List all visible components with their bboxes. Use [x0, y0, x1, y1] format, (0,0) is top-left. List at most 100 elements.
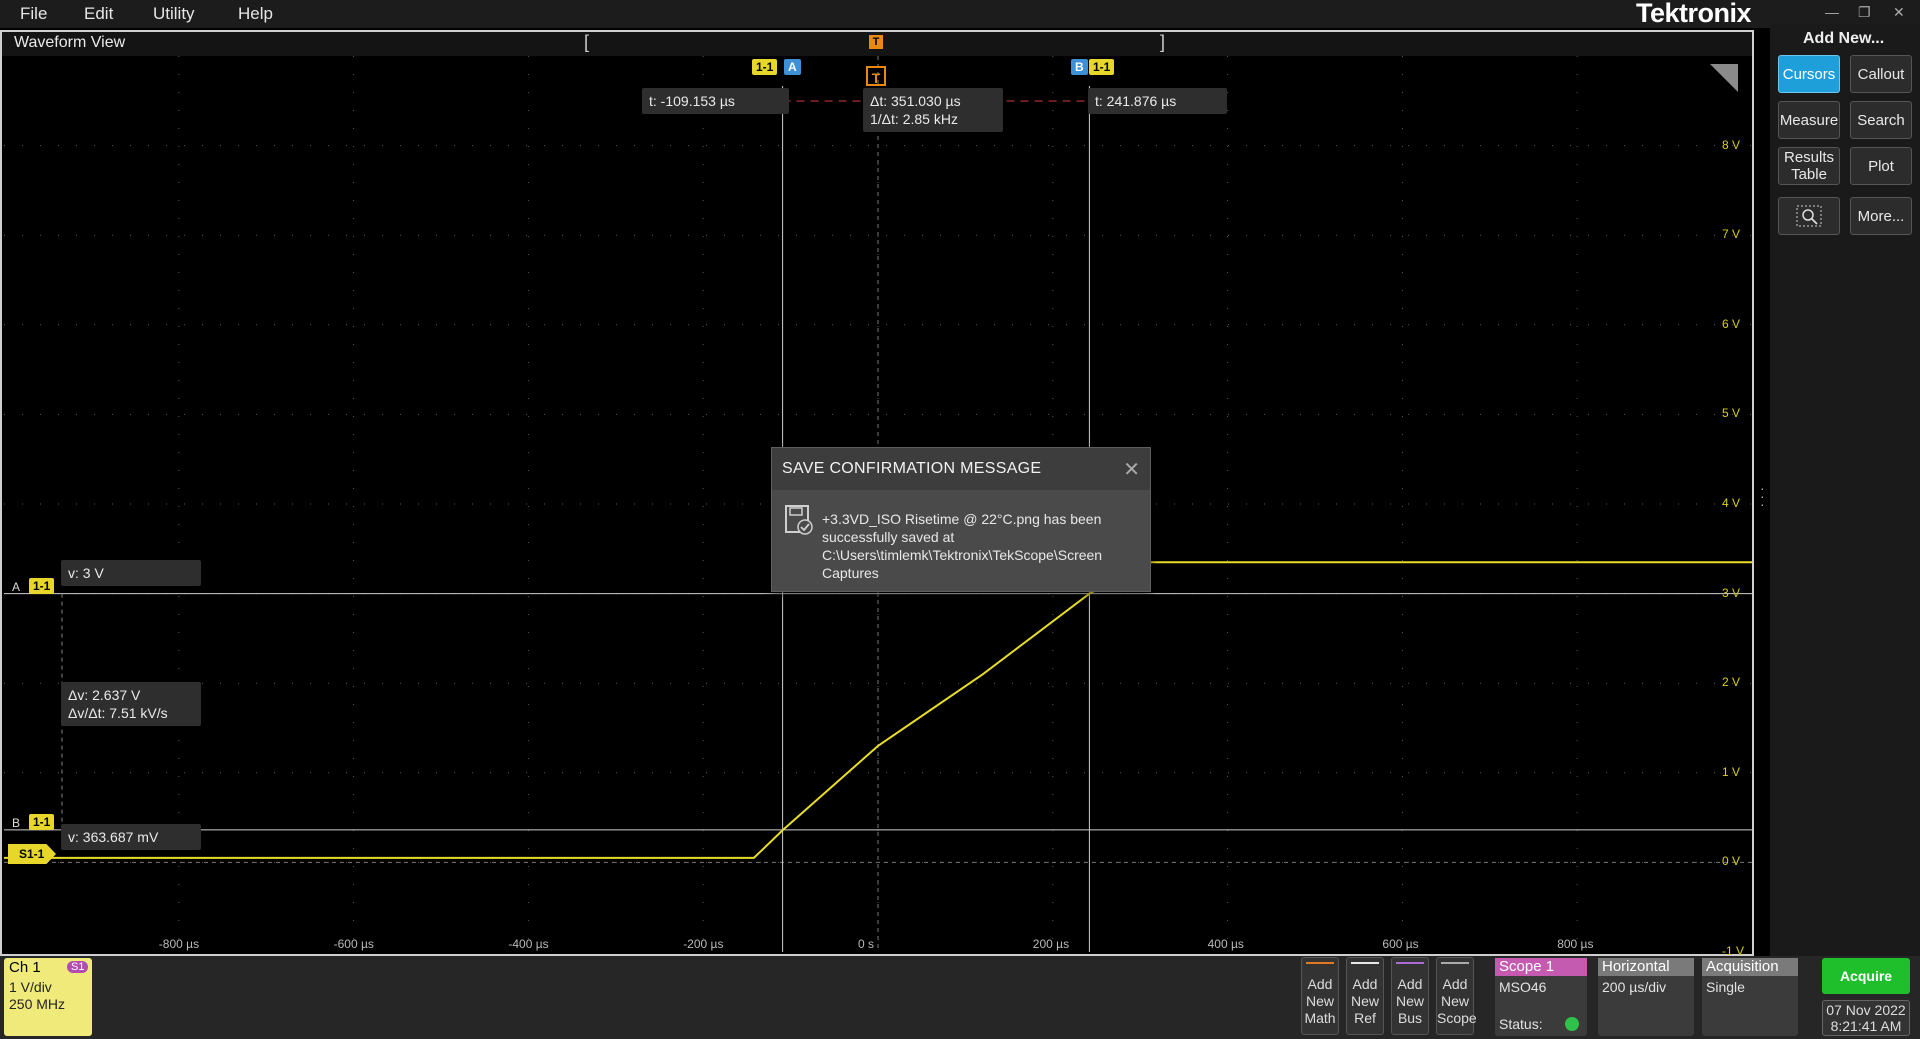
- hcursor-a-source-chip[interactable]: 1-1: [29, 578, 55, 594]
- channel-1-badge[interactable]: Ch 1 S1 1 V/div 250 MHz: [4, 958, 92, 1036]
- delta-t-text: Δt: 351.030 µs: [870, 93, 961, 109]
- cursor-b-source-chip[interactable]: 1-1: [1089, 59, 1115, 75]
- cursor-a-tag[interactable]: A: [784, 59, 801, 75]
- menu-file[interactable]: File: [20, 4, 47, 24]
- cursors-button[interactable]: Cursors: [1778, 55, 1840, 93]
- menu-utility[interactable]: Utility: [153, 4, 195, 24]
- channel-bandwidth: 250 MHz: [9, 996, 66, 1012]
- zoom-search-icon: [1796, 205, 1822, 227]
- menu-bar: File Edit Utility Help Tektronix — ❐ ✕: [0, 0, 1920, 28]
- x-tick-label: 800 µs: [1557, 937, 1594, 951]
- x-tick-label: -200 µs: [683, 937, 724, 951]
- channel-source-badge: S1: [67, 961, 89, 973]
- save-success-icon: [785, 505, 813, 535]
- acquire-button[interactable]: Acquire: [1822, 958, 1910, 994]
- cursor-b-time-readout: t: 241.876 µs: [1088, 88, 1227, 114]
- y-tick-label: 4 V: [1722, 496, 1741, 510]
- y-tick-label: 7 V: [1722, 227, 1741, 242]
- acquisition-title: Acquisition: [1702, 958, 1798, 976]
- trigger-position-marker[interactable]: T: [869, 35, 883, 49]
- hcursor-a-value: v: 3 V: [68, 565, 104, 581]
- add-new-math-label: Add New Math: [1304, 976, 1336, 1026]
- y-tick-label: 6 V: [1722, 316, 1741, 331]
- callout-button[interactable]: Callout: [1850, 55, 1912, 93]
- x-tick-label: 400 µs: [1207, 937, 1244, 951]
- save-confirmation-dialog: SAVE CONFIRMATION MESSAGE ✕ +3.3VD_ISO R…: [771, 447, 1151, 592]
- add-new-bus-button[interactable]: Add New Bus: [1391, 957, 1429, 1035]
- search-button[interactable]: Search: [1850, 101, 1912, 139]
- x-tick-label: 0 s: [858, 937, 875, 951]
- add-new-scope-button[interactable]: Add New Scope: [1436, 957, 1477, 1035]
- results-table-button[interactable]: Results Table: [1778, 147, 1840, 185]
- panel-resize-handle[interactable]: · · ·: [1760, 481, 1765, 511]
- x-tick-label: -400 µs: [508, 937, 549, 951]
- zoom-search-button[interactable]: [1778, 197, 1840, 235]
- hcursor-delta-readout: Δv: 2.637 V Δv/Δt: 7.51 kV/s: [61, 682, 201, 726]
- cursor-a-time-readout: t: -109.153 µs: [642, 88, 789, 114]
- acquisition-badge[interactable]: Acquisition Single: [1702, 958, 1798, 1036]
- hcursor-a-readout: v: 3 V: [61, 560, 201, 586]
- dialog-close-icon[interactable]: ✕: [1123, 457, 1140, 482]
- horizontal-scale: 200 µs/div: [1602, 979, 1667, 995]
- channel-name: Ch 1: [9, 959, 41, 976]
- x-tick-label: -600 µs: [333, 937, 374, 951]
- trigger-level-marker[interactable]: T: [866, 66, 886, 86]
- waveform-trace: [4, 561, 1752, 859]
- status-indicator-icon: [1565, 1017, 1579, 1031]
- slew-rate-text: Δv/Δt: 7.51 kV/s: [68, 705, 168, 721]
- y-tick-label: 5 V: [1722, 406, 1741, 421]
- add-new-ref-label: Add New Ref: [1350, 976, 1379, 1026]
- hcursor-b-tag[interactable]: B: [12, 816, 20, 830]
- waveform-view-title: Waveform View: [14, 34, 126, 51]
- restore-icon[interactable]: ❐: [1858, 4, 1871, 21]
- scope-model: MSO46: [1499, 979, 1547, 995]
- close-icon[interactable]: ✕: [1893, 4, 1905, 21]
- record-view-right-bracket: ]: [1160, 32, 1166, 52]
- horizontal-badge[interactable]: Horizontal 200 µs/div: [1598, 958, 1694, 1036]
- channel-scale: 1 V/div: [9, 979, 52, 995]
- hcursor-b-readout: v: 363.687 mV: [61, 824, 201, 850]
- add-new-ref-button[interactable]: Add New Ref: [1346, 957, 1384, 1035]
- time-text: 8:21:41 AM: [1830, 1018, 1902, 1034]
- cursor-delta-readout: Δt: 351.030 µs 1/Δt: 2.85 kHz: [863, 88, 1003, 132]
- x-tick-label: -800 µs: [158, 937, 200, 951]
- y-tick-label: 0 V: [1722, 854, 1741, 869]
- hcursor-b-source-chip[interactable]: 1-1: [29, 814, 55, 830]
- cursor-a-source-chip[interactable]: 1-1: [752, 59, 778, 75]
- zoom-corner-icon[interactable]: [1710, 64, 1738, 92]
- add-new-scope-label: Add New Scope: [1437, 976, 1477, 1026]
- minimize-icon[interactable]: —: [1825, 4, 1839, 20]
- inverse-delta-t-text: 1/Δt: 2.85 kHz: [870, 111, 958, 127]
- y-tick-label: 1 V: [1722, 764, 1741, 779]
- hcursor-b-value: v: 363.687 mV: [68, 829, 159, 845]
- y-tick-label: 3 V: [1722, 585, 1741, 600]
- hcursor-a-tag[interactable]: A: [12, 580, 20, 594]
- date-text: 07 Nov 2022: [1826, 1002, 1906, 1018]
- scope-1-badge[interactable]: Scope 1 MSO46 Status:: [1495, 958, 1587, 1036]
- menu-edit[interactable]: Edit: [84, 4, 113, 24]
- delta-v-text: Δv: 2.637 V: [68, 687, 141, 703]
- more-button[interactable]: More...: [1850, 197, 1912, 235]
- cursor-b-tag[interactable]: B: [1071, 59, 1088, 75]
- dialog-header: SAVE CONFIRMATION MESSAGE ✕: [772, 448, 1150, 490]
- record-view-left-bracket: [: [584, 32, 590, 52]
- date-time-display[interactable]: 07 Nov 2022 8:21:41 AM: [1822, 1000, 1910, 1036]
- menu-help[interactable]: Help: [238, 4, 273, 24]
- cursor-b-time-text: t: 241.876 µs: [1095, 93, 1177, 109]
- channel-offset-marker-label: S1-1: [19, 847, 45, 861]
- x-tick-label: 200 µs: [1032, 937, 1070, 951]
- y-tick-label: 8 V: [1722, 137, 1741, 152]
- plot-button[interactable]: Plot: [1850, 147, 1912, 185]
- add-new-title: Add New...: [1803, 30, 1885, 47]
- measure-button[interactable]: Measure: [1778, 101, 1840, 139]
- y-tick-label: 2 V: [1722, 675, 1741, 690]
- x-tick-label: 600 µs: [1382, 937, 1419, 951]
- dialog-title: SAVE CONFIRMATION MESSAGE: [782, 460, 1042, 477]
- add-new-bus-label: Add New Bus: [1395, 976, 1424, 1026]
- dialog-message: +3.3VD_ISO Risetime @ 22°C.png has been …: [822, 511, 1103, 581]
- horizontal-title: Horizontal: [1598, 958, 1694, 976]
- scope-status-label: Status:: [1499, 1016, 1543, 1032]
- brand-logo: Tektronix: [1636, 0, 1752, 28]
- cursor-a-time-text: t: -109.153 µs: [649, 93, 735, 109]
- add-new-math-button[interactable]: Add New Math: [1301, 957, 1339, 1035]
